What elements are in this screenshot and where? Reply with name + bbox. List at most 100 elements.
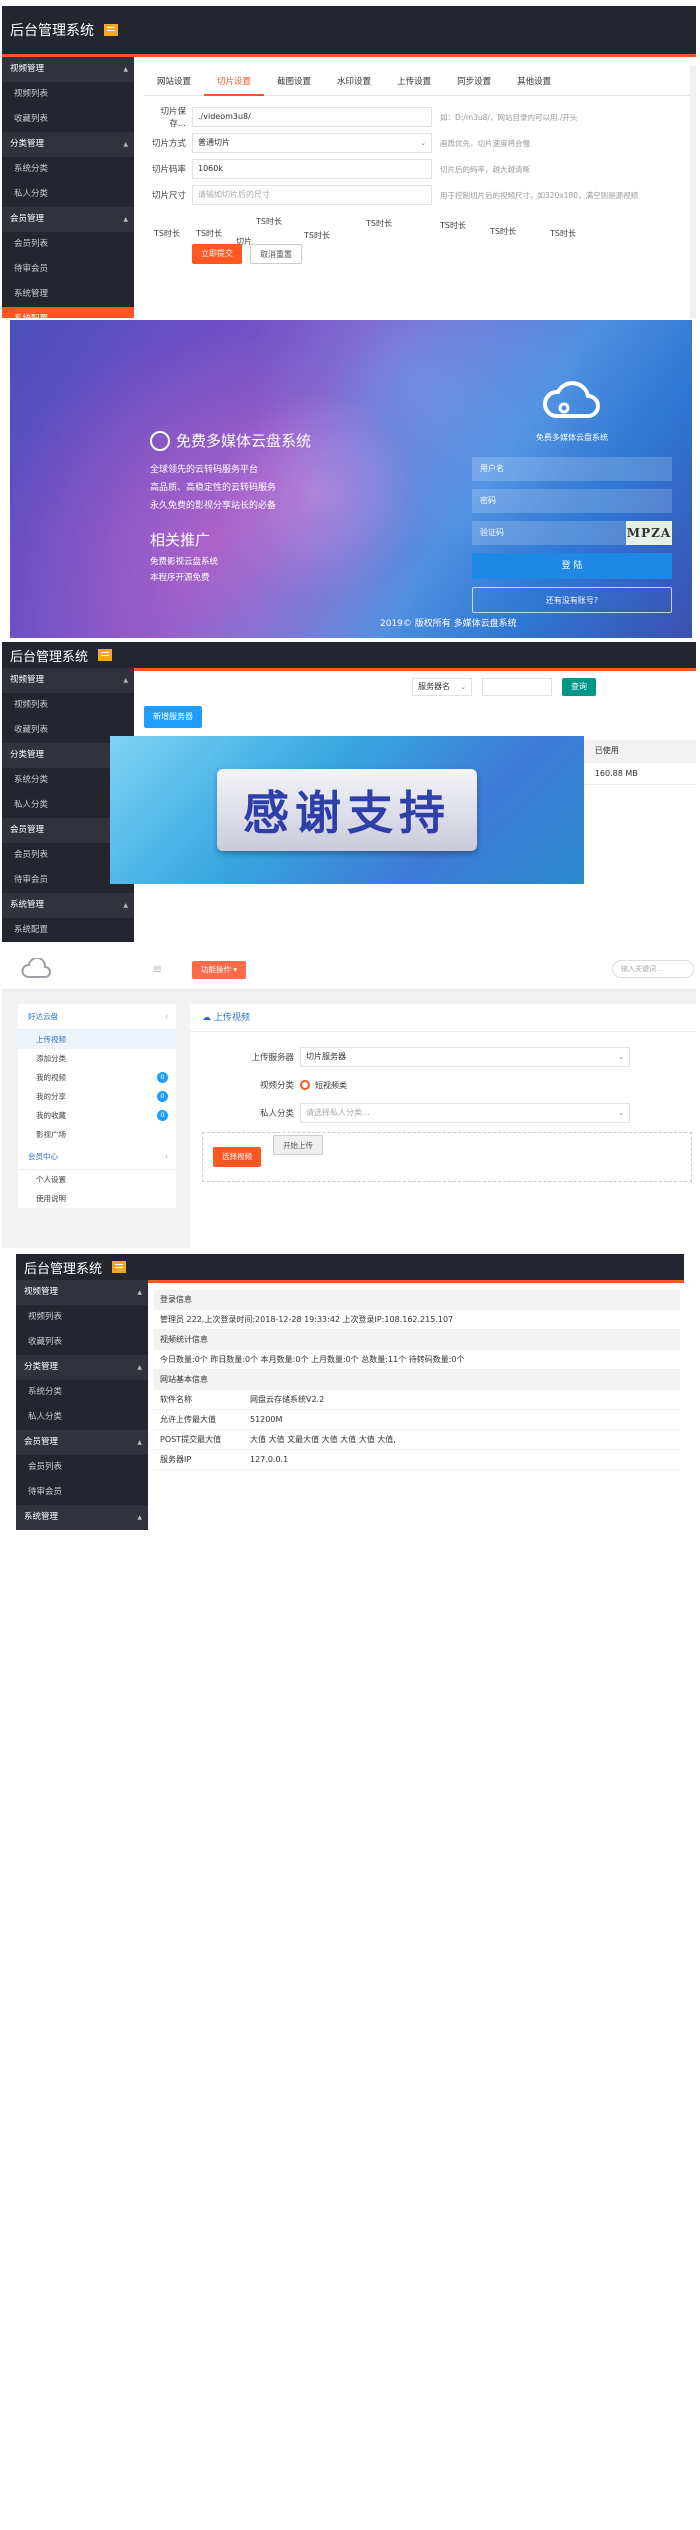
sidebar-item[interactable]: 私人分类: [2, 182, 134, 207]
tab[interactable]: 水印设置: [324, 68, 384, 96]
server-name-select[interactable]: 服务器名 ⌄: [412, 678, 472, 696]
slice-size-hint: 用于控制切片后的视频尺寸，如320x180，满空则是源视频: [440, 190, 639, 200]
ts-duration-label: TS时长: [154, 229, 180, 238]
server-select[interactable]: 切片服务器 ⌄: [300, 1047, 630, 1067]
info-row: 软件名称 网盘云存储系统V2.2: [154, 1390, 680, 1410]
search-input[interactable]: [482, 678, 552, 696]
nav-item[interactable]: 上传视频: [18, 1030, 176, 1049]
nav-group[interactable]: 会员中心 ‹: [18, 1144, 176, 1170]
sidebar-item[interactable]: 视频列表: [2, 693, 134, 718]
hamburger-icon[interactable]: ≡: [152, 962, 162, 976]
sidebar-item[interactable]: 视频列表: [16, 1305, 148, 1330]
save-path-input[interactable]: ./videom3u8/: [192, 107, 432, 127]
nav-item[interactable]: 我的分享 0: [18, 1087, 176, 1106]
reset-button[interactable]: 取消重置: [250, 244, 302, 264]
sidebar-item[interactable]: 系统配置: [2, 918, 134, 942]
sidebar-group[interactable]: 分类管理: [2, 132, 134, 157]
nav-badge: 0: [157, 1072, 168, 1083]
admin-slice-settings-screen: 后台管理系统 视频管理视频列表收藏列表分类管理系统分类私人分类会员管理会员列表待…: [2, 6, 696, 318]
sidebar-group[interactable]: 视频管理: [2, 57, 134, 82]
private-category-placeholder: 请选择私人分类...: [306, 1108, 370, 1117]
chevron-down-icon: ⌄: [420, 139, 426, 147]
sidebar-group[interactable]: 系统管理: [2, 893, 134, 918]
ts-duration-label: TS时长: [196, 229, 222, 238]
ts-duration-label: TS时长: [490, 227, 516, 236]
tab[interactable]: 截图设置: [264, 68, 324, 96]
nav-item[interactable]: 个人设置: [18, 1170, 176, 1189]
nav-item[interactable]: 影视广场: [18, 1125, 176, 1144]
add-server-button[interactable]: 新增服务器: [144, 706, 202, 728]
sidebar-item[interactable]: 待审会员: [16, 1480, 148, 1505]
sidebar-item[interactable]: 收藏列表: [16, 1330, 148, 1355]
sidebar-group[interactable]: 视频管理: [2, 668, 134, 693]
captcha-input[interactable]: 验证码: [472, 521, 626, 545]
info-value: 大值 大值 文最大值 大值 大值 大值 大值,: [250, 1435, 396, 1444]
sidebar-group[interactable]: 视频管理: [16, 1280, 148, 1305]
nav-item[interactable]: 我的视频 0: [18, 1068, 176, 1087]
sidebar-group[interactable]: 系统管理: [16, 1505, 148, 1530]
server-select-value: 切片服务器: [306, 1052, 346, 1061]
menu-toggle-icon[interactable]: [112, 1261, 127, 1273]
category-radio[interactable]: [300, 1080, 310, 1090]
info-value: 网盘云存储系统V2.2: [250, 1395, 325, 1404]
scrollbar[interactable]: [690, 66, 696, 318]
private-category-select[interactable]: 请选择私人分类... ⌄: [300, 1103, 630, 1123]
sidebar-group[interactable]: 会员管理: [16, 1430, 148, 1455]
nav-item[interactable]: 我的收藏 0: [18, 1106, 176, 1125]
sidebar-group[interactable]: 分类管理: [16, 1355, 148, 1380]
dashboard-info: 登录信息 管理员 222,上次登录时间:2018-12-28 19:33:42 …: [154, 1290, 680, 1470]
sidebar-item[interactable]: 收藏列表: [2, 107, 134, 132]
tab[interactable]: 切片设置: [204, 68, 265, 96]
upload-dropzone[interactable]: 选择视频 开始上传: [202, 1132, 692, 1182]
login-button[interactable]: 登 陆: [472, 553, 672, 579]
sidebar-item[interactable]: 会员列表: [16, 1455, 148, 1480]
chevron-left-icon: ‹: [165, 1152, 168, 1161]
function-dropdown-button[interactable]: 功能操作 ▾: [192, 961, 247, 979]
register-button[interactable]: 还有没有账号?: [472, 587, 672, 613]
slice-size-input[interactable]: 请输如切片后的尺寸: [192, 185, 432, 205]
login-info-title: 登录信息: [154, 1290, 680, 1310]
bitrate-label: 切片码率: [151, 165, 186, 175]
sidebar-item[interactable]: 系统分类: [16, 1380, 148, 1405]
password-input[interactable]: 密码: [472, 489, 672, 513]
bitrate-input[interactable]: 1060k: [192, 159, 432, 179]
slice-mode-value: 普通切片: [198, 138, 230, 147]
menu-toggle-icon[interactable]: [104, 24, 118, 36]
search-input[interactable]: 输入关键词...: [612, 960, 694, 978]
menu-toggle-icon[interactable]: [98, 649, 113, 661]
sidebar-group[interactable]: 会员管理: [2, 207, 134, 232]
nav-group[interactable]: 好达云盘 ‹: [18, 1004, 176, 1030]
start-upload-button[interactable]: 开始上传: [273, 1135, 323, 1155]
nav-label: 影视广场: [36, 1130, 66, 1139]
footer-copyright: 2019© 版权所有 多媒体云盘系统: [380, 619, 517, 629]
tab[interactable]: 网站设置: [144, 68, 204, 96]
search-button[interactable]: 查询: [562, 678, 596, 696]
tab[interactable]: 其他设置: [504, 68, 564, 96]
chevron-down-icon: ⌄: [618, 1053, 624, 1061]
sidebar-item[interactable]: 视频列表: [2, 82, 134, 107]
nav-item[interactable]: 添加分类: [18, 1049, 176, 1068]
slice-size-label: 切片尺寸: [151, 191, 186, 201]
sidebar-item[interactable]: 会员列表: [2, 232, 134, 257]
sidebar-item[interactable]: 待审会员: [2, 257, 134, 282]
sidebar-item[interactable]: 私人分类: [16, 1405, 148, 1430]
slice-mode-select[interactable]: 普通切片 ⌄: [192, 133, 432, 153]
tab[interactable]: 上传设置: [384, 68, 444, 96]
sidebar-item[interactable]: 系统配置: [2, 307, 134, 318]
nav-item[interactable]: 使用说明: [18, 1189, 176, 1208]
nav-label: 我的分享: [36, 1092, 66, 1101]
username-input[interactable]: 用户名: [472, 457, 672, 481]
captcha-image[interactable]: MPZA: [626, 521, 672, 545]
column-header: 已使用: [590, 740, 696, 763]
chevron-down-icon: ⌄: [618, 1109, 624, 1117]
submit-button[interactable]: 立即提交: [192, 244, 242, 264]
sidebar-item[interactable]: 系统管理: [2, 282, 134, 307]
admin-server-management-screen: 后台管理系统 视频管理视频列表收藏列表分类管理系统分类私人分类会员管理会员列表待…: [2, 642, 696, 942]
sidebar-item[interactable]: 系统分类: [2, 157, 134, 182]
choose-video-button[interactable]: 选择视频: [213, 1147, 261, 1167]
tab[interactable]: 同步设置: [444, 68, 504, 96]
promo-title: 相关推广: [150, 531, 211, 549]
table-cell: 160.88 MB: [590, 762, 696, 785]
slogan-line: 永久免费的影视分享站长的必备: [150, 501, 277, 511]
function-dropdown-label: 功能操作: [201, 965, 231, 974]
